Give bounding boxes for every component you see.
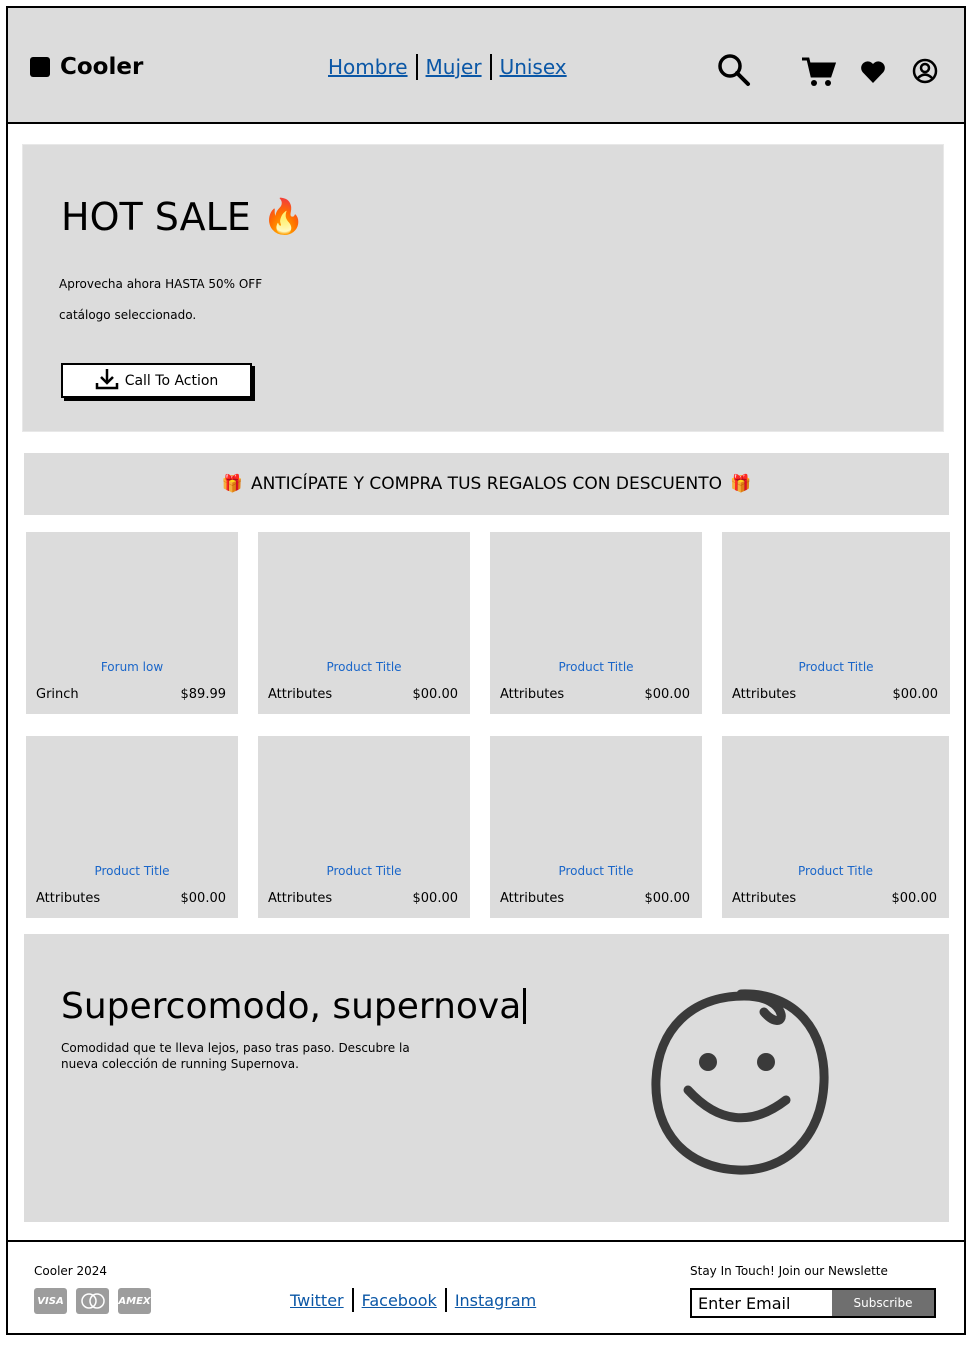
cta-label: Call To Action — [124, 372, 219, 389]
product-card[interactable]: Product Title Attributes $00.00 — [722, 736, 949, 918]
hero-line-2: catálogo seleccionado. — [59, 308, 197, 322]
logo-square-icon — [30, 57, 50, 77]
hero-title: HOT SALE 🔥 — [61, 195, 305, 239]
feature-title-text: Supercomodo, supernova — [61, 986, 522, 1027]
payment-methods: VISA AMEX — [34, 1288, 151, 1314]
search-icon[interactable] — [716, 52, 752, 88]
brand-name: Cooler — [60, 54, 144, 80]
product-card[interactable]: Product Title Attributes $00.00 — [722, 532, 950, 714]
hero-title-text: HOT SALE — [61, 195, 251, 239]
product-price: $00.00 — [412, 687, 459, 702]
fire-icon: 🔥 — [262, 197, 306, 237]
promo-text: ANTICÍPATE Y COMPRA TUS REGALOS CON DESC… — [250, 474, 723, 494]
product-attributes: Grinch — [36, 687, 79, 702]
instagram-link[interactable]: Instagram — [447, 1291, 544, 1310]
mastercard-icon — [76, 1288, 109, 1314]
cart-icon[interactable] — [800, 56, 836, 88]
product-price: $00.00 — [412, 891, 459, 906]
page-frame: Cooler Hombre Mujer Unisex HOT SALE 🔥 Ap… — [6, 6, 966, 1335]
nav-link-mujer[interactable]: Mujer — [418, 55, 490, 79]
email-input[interactable] — [692, 1290, 832, 1316]
main-nav: Hombre Mujer Unisex — [320, 54, 575, 80]
product-card[interactable]: Product Title Attributes $00.00 — [258, 532, 470, 714]
smiley-face-icon — [646, 982, 836, 1186]
product-title[interactable]: Product Title — [26, 864, 238, 878]
product-attributes: Attributes — [500, 687, 565, 702]
product-title[interactable]: Product Title — [722, 660, 950, 674]
product-title[interactable]: Product Title — [722, 864, 949, 878]
product-attributes: Attributes — [36, 891, 101, 906]
promo-banner: 🎁 ANTICÍPATE Y COMPRA TUS REGALOS CON DE… — [24, 453, 949, 515]
hero-line-1: Aprovecha ahora HASTA 50% OFF — [59, 277, 263, 291]
feature-title: Supercomodo, supernova — [61, 986, 527, 1027]
product-price: $00.00 — [644, 687, 691, 702]
product-price: $00.00 — [644, 891, 691, 906]
nav-link-hombre[interactable]: Hombre — [320, 55, 416, 79]
heart-icon[interactable] — [860, 60, 886, 84]
product-price: $00.00 — [891, 891, 938, 906]
product-attributes: Attributes — [500, 891, 565, 906]
subscribe-button[interactable]: Subscribe — [832, 1290, 934, 1316]
call-to-action-button[interactable]: Call To Action — [61, 363, 252, 398]
social-links: Twitter Facebook Instagram — [282, 1288, 544, 1312]
download-icon — [95, 367, 119, 395]
product-price: $89.99 — [180, 687, 227, 702]
product-price: $00.00 — [892, 687, 939, 702]
twitter-link[interactable]: Twitter — [282, 1291, 352, 1310]
product-title[interactable]: Product Title — [258, 864, 470, 878]
product-attributes: Attributes — [268, 891, 333, 906]
product-card[interactable]: Forum low Grinch $89.99 — [26, 532, 238, 714]
hero-banner: HOT SALE 🔥 Aprovecha ahora HASTA 50% OFF… — [22, 144, 944, 432]
product-card[interactable]: Product Title Attributes $00.00 — [258, 736, 470, 918]
product-card[interactable]: Product Title Attributes $00.00 — [26, 736, 238, 918]
text-cursor — [523, 988, 527, 1024]
product-price: $00.00 — [180, 891, 227, 906]
product-attributes: Attributes — [268, 687, 333, 702]
copyright-text: Cooler 2024 — [34, 1264, 108, 1278]
visa-icon: VISA — [34, 1288, 67, 1314]
product-card[interactable]: Product Title Attributes $00.00 — [490, 532, 702, 714]
nav-link-unisex[interactable]: Unisex — [492, 55, 575, 79]
user-icon[interactable] — [912, 58, 938, 84]
product-title[interactable]: Product Title — [490, 864, 702, 878]
gift-icon: 🎁 — [221, 474, 243, 494]
facebook-link[interactable]: Facebook — [354, 1291, 445, 1310]
gift-icon: 🎁 — [730, 474, 752, 494]
product-title[interactable]: Forum low — [26, 660, 238, 674]
brand-logo[interactable]: Cooler — [30, 54, 143, 80]
site-header: Cooler Hombre Mujer Unisex — [8, 8, 964, 124]
feature-banner: Supercomodo, supernova Comodidad que te … — [24, 934, 949, 1222]
newsletter-label: Stay In Touch! Join our Newslette — [690, 1264, 888, 1278]
amex-icon: AMEX — [118, 1288, 151, 1314]
product-attributes: Attributes — [732, 687, 797, 702]
product-title[interactable]: Product Title — [490, 660, 702, 674]
newsletter-form: Subscribe — [690, 1288, 936, 1318]
feature-description: Comodidad que te lleva lejos, paso tras … — [61, 1041, 410, 1071]
site-footer: Cooler 2024 VISA AMEX Twitter Facebook I… — [8, 1240, 964, 1333]
product-attributes: Attributes — [732, 891, 797, 906]
product-title[interactable]: Product Title — [258, 660, 470, 674]
product-card[interactable]: Product Title Attributes $00.00 — [490, 736, 702, 918]
